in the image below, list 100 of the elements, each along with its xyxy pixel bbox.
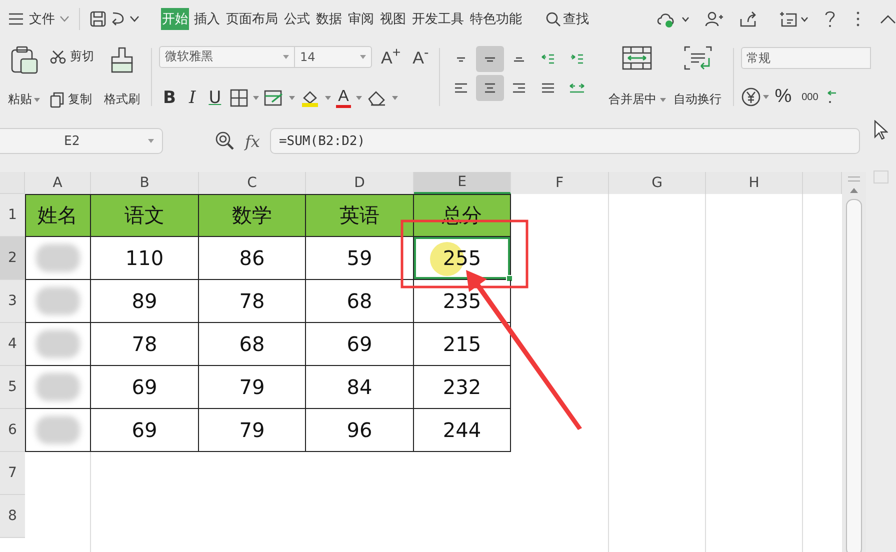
eraser-icon[interactable] bbox=[366, 90, 387, 106]
copy-button[interactable]: 复制 bbox=[44, 91, 100, 108]
table-cell[interactable]: 68 bbox=[199, 323, 306, 366]
column-header[interactable]: C bbox=[199, 172, 306, 194]
table-cell[interactable]: 69 bbox=[91, 409, 199, 452]
row-header[interactable]: 6 bbox=[0, 409, 25, 452]
menu-tab[interactable]: 开发工具 bbox=[411, 8, 465, 30]
column-header[interactable]: F bbox=[511, 172, 609, 194]
row-header[interactable]: 5 bbox=[0, 366, 25, 409]
column-header[interactable]: H bbox=[706, 172, 803, 194]
fill-bucket-icon[interactable] bbox=[300, 89, 320, 107]
caret-icon[interactable] bbox=[801, 16, 808, 22]
table-cell[interactable]: 84 bbox=[306, 366, 414, 409]
add-user-icon[interactable] bbox=[705, 11, 723, 27]
menu-tab[interactable]: 插入 bbox=[193, 8, 221, 30]
undo-icon[interactable] bbox=[110, 11, 126, 27]
table-cell[interactable]: 86 bbox=[199, 237, 306, 280]
row-header[interactable]: 4 bbox=[0, 323, 25, 366]
column-heading[interactable]: 英语 bbox=[306, 194, 414, 237]
column-heading[interactable]: 数学 bbox=[199, 194, 306, 237]
menu-tab[interactable]: 视图 bbox=[379, 8, 407, 30]
format-painter-button[interactable]: 格式刷 bbox=[100, 42, 144, 114]
table-cell[interactable]: 89 bbox=[91, 280, 199, 323]
table-cell[interactable]: 78 bbox=[199, 280, 306, 323]
column-header[interactable]: G bbox=[609, 172, 706, 194]
borders-icon[interactable] bbox=[230, 89, 248, 107]
row-header[interactable]: 1 bbox=[0, 194, 25, 237]
column-heading[interactable]: 语文 bbox=[91, 194, 199, 237]
column-header[interactable]: A bbox=[25, 172, 91, 194]
bold-button[interactable]: B bbox=[159, 88, 180, 108]
collapse-icon[interactable] bbox=[880, 14, 896, 24]
align-right-icon bbox=[512, 83, 526, 93]
scroll-up-icon[interactable] bbox=[850, 188, 858, 193]
percent-button[interactable]: % bbox=[770, 86, 796, 108]
search-icon bbox=[546, 12, 561, 26]
row-header[interactable]: 8 bbox=[0, 495, 25, 538]
paste-button[interactable]: 粘贴 bbox=[4, 42, 44, 114]
row-header[interactable]: 3 bbox=[0, 280, 25, 323]
function-button[interactable]: fx bbox=[245, 132, 260, 150]
table-cell[interactable]: 110 bbox=[91, 237, 199, 280]
font-color-button[interactable]: A bbox=[336, 88, 351, 108]
font-size-dropdown[interactable]: 14 bbox=[294, 46, 372, 68]
file-menu[interactable]: 文件 bbox=[28, 8, 56, 30]
more-icon[interactable] bbox=[856, 11, 860, 27]
underline-button[interactable]: U bbox=[204, 88, 226, 108]
caret-icon[interactable] bbox=[682, 16, 689, 22]
alignment-button[interactable] bbox=[476, 46, 504, 72]
menu-tab[interactable]: 特色功能 bbox=[469, 8, 523, 30]
currency-icon[interactable] bbox=[740, 87, 761, 107]
table-cell[interactable]: 78 bbox=[91, 323, 199, 366]
menu-tab[interactable]: 公式 bbox=[283, 8, 311, 30]
caret-icon bbox=[34, 98, 40, 102]
fill-handle[interactable] bbox=[506, 275, 513, 282]
table-cell[interactable]: 232 bbox=[414, 366, 511, 409]
cut-button[interactable]: 剪切 bbox=[44, 48, 100, 65]
align-middle-icon bbox=[484, 56, 496, 62]
table-cell[interactable]: 68 bbox=[306, 280, 414, 323]
thousands-button[interactable]: 000 bbox=[798, 92, 822, 102]
table-cell[interactable]: 69 bbox=[306, 323, 414, 366]
row-header[interactable]: 2 bbox=[0, 237, 25, 280]
table-cell[interactable]: 59 bbox=[306, 237, 414, 280]
merge-center-button[interactable]: 合并居中 bbox=[604, 42, 670, 114]
menu-tab[interactable]: 数据 bbox=[315, 8, 343, 30]
menu-tab[interactable]: 审阅 bbox=[347, 8, 375, 30]
menu-tab[interactable]: 页面布局 bbox=[225, 8, 279, 30]
save-icon[interactable] bbox=[90, 11, 106, 27]
zoom-icon[interactable] bbox=[215, 131, 235, 151]
number-format-dropdown[interactable]: 常规 bbox=[740, 47, 871, 69]
align-top-icon bbox=[456, 56, 466, 62]
cursor-icon bbox=[874, 120, 888, 140]
scrollbar-thumb[interactable] bbox=[846, 199, 862, 552]
shrink-font-button[interactable]: A$^{-}$ bbox=[410, 45, 432, 69]
column-heading[interactable]: 姓名 bbox=[25, 194, 91, 237]
split-handle-icon[interactable] bbox=[848, 176, 860, 182]
name-box[interactable]: E2 bbox=[0, 128, 163, 154]
font-dropdown[interactable]: 微软雅黑 bbox=[159, 46, 295, 68]
column-header[interactable]: B bbox=[91, 172, 199, 194]
caret-icon bbox=[360, 54, 366, 59]
alignment-button[interactable] bbox=[476, 75, 504, 101]
share-icon[interactable] bbox=[739, 11, 757, 27]
menu-icon[interactable] bbox=[8, 13, 24, 25]
column-header[interactable]: E bbox=[414, 172, 511, 194]
row-header[interactable]: 7 bbox=[0, 452, 25, 495]
chevron-down-icon[interactable] bbox=[130, 16, 139, 22]
formula-field[interactable]: =SUM(B2:D2) bbox=[270, 128, 860, 154]
grow-font-button[interactable]: A$^{+}$ bbox=[378, 45, 404, 69]
column-header[interactable]: D bbox=[306, 172, 414, 194]
table-cell[interactable]: 69 bbox=[91, 366, 199, 409]
italic-button[interactable]: I bbox=[184, 88, 200, 108]
table-cell[interactable]: 79 bbox=[199, 409, 306, 452]
cell-style-icon[interactable] bbox=[264, 90, 284, 106]
distribute-icon bbox=[568, 83, 585, 93]
help-icon[interactable] bbox=[824, 10, 836, 28]
search-button[interactable]: 查找 bbox=[545, 8, 590, 30]
increase-indent-icon bbox=[570, 54, 584, 64]
toolbox-icon[interactable] bbox=[779, 11, 797, 27]
table-cell[interactable]: 244 bbox=[414, 409, 511, 452]
table-cell[interactable]: 96 bbox=[306, 409, 414, 452]
wrap-text-button[interactable]: 自动换行 bbox=[670, 42, 726, 114]
table-cell[interactable]: 79 bbox=[199, 366, 306, 409]
